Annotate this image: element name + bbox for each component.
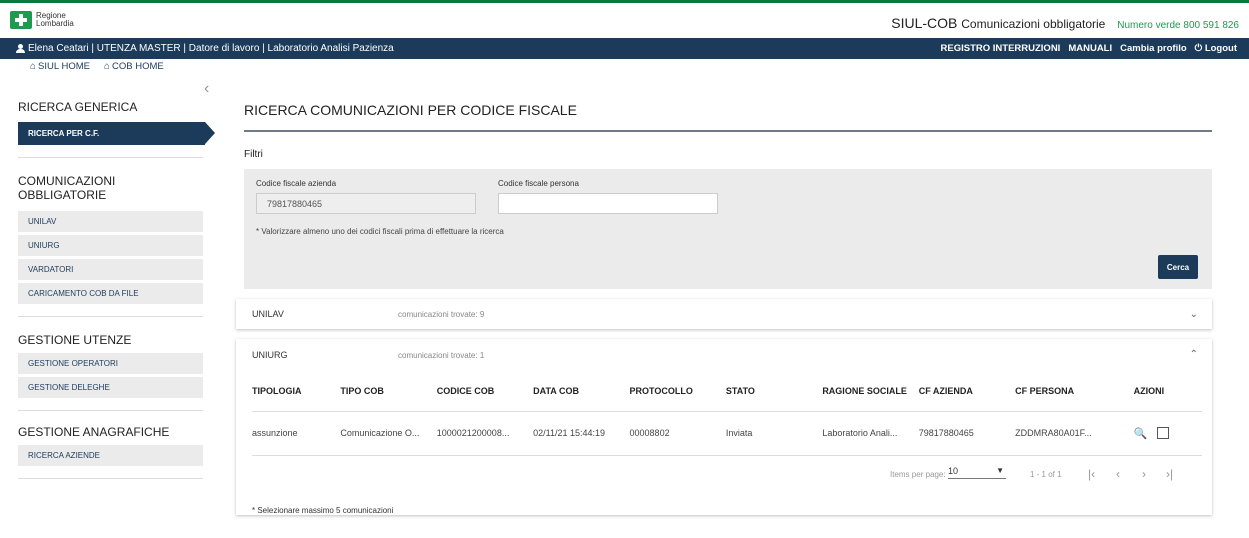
last-page-icon[interactable]: ›| [1166,467,1173,481]
accordion-unilav[interactable]: UNILAV comunicazioni trovate: 9 ⌄ [236,299,1212,329]
filter-note: * Valorizzare almeno uno dei codici fisc… [256,227,504,236]
uniurg-table: TIPOLOGIA TIPO COB CODICE COB DATA COB P… [252,371,1202,456]
cf-azienda-label: Codice fiscale azienda [256,179,337,188]
chevron-down-icon[interactable]: ⌄ [1190,309,1198,320]
section-ricerca-generica: RICERCA GENERICA [18,100,138,114]
col-stato[interactable]: STATO [725,371,823,412]
table-row: assunzione Comunicazione O... 1000021200… [252,411,1202,456]
sidebar-divider [18,478,203,479]
col-tipologia[interactable]: TIPOLOGIA [252,371,341,412]
cell-tipo-cob: Comunicazione O... [340,411,437,456]
cell-ragione-sociale: Laboratorio Anali... [822,411,919,456]
user-icon [16,44,25,53]
table-header-row: TIPOLOGIA TIPO COB CODICE COB DATA COB P… [252,371,1202,412]
cf-persona-label: Codice fiscale persona [498,179,579,188]
col-cf-azienda[interactable]: CF AZIENDA [918,371,1016,412]
user-bar: Elena Ceatari | UTENZA MASTER | Datore d… [0,38,1249,59]
cell-stato: Inviata [725,411,823,456]
sidebar-divider [18,410,203,411]
main-content: RICERCA COMUNICAZIONI PER CODICE FISCALE… [232,92,1232,515]
top-header: Regione Lombardia SIUL-COB Comunicazioni… [0,0,1249,38]
col-tipo-cob[interactable]: TIPO COB [340,371,437,412]
siul-home-link[interactable]: ⌂ SIUL HOME [30,61,90,72]
logout-link[interactable]: ⏻ Logout [1195,43,1237,54]
app-title-main: SIUL-COB [891,15,958,31]
cambia-profilo-link[interactable]: Cambia profilo [1120,43,1187,54]
user-info: Elena Ceatari | UTENZA MASTER | Datore d… [28,43,394,54]
cell-cf-azienda: 79817880465 [918,411,1016,456]
sidebar-item-vardatori[interactable]: VARDATORI [18,259,203,280]
section-comunicazioni-obbligatorie: COMUNICAZIONI OBBLIGATORIE [18,174,116,202]
chevron-up-icon[interactable]: ⌃ [1190,349,1198,360]
sidebar-item-uniurg[interactable]: UNIURG [18,235,203,256]
col-ragione-sociale[interactable]: RAGIONE SOCIALE [822,371,919,412]
sidebar-item-gestione-deleghe[interactable]: GESTIONE DELEGHE [18,377,203,398]
dropdown-arrow-icon: ▼ [996,465,1004,475]
search-icon[interactable]: 🔍 [1134,427,1148,440]
select-note: * Selezionare massimo 5 comunicazioni [252,505,394,515]
phone-number: Numero verde 800 591 826 [1117,20,1239,31]
sidebar-item-gestione-operatori[interactable]: GESTIONE OPERATORI [18,353,203,374]
accordion-uniurg: UNIURG comunicazioni trovate: 1 ⌃ TIPOLO… [236,339,1212,515]
app-title: SIUL-COB Comunicazioni obbligatorie Nume… [891,15,1239,31]
next-page-icon[interactable]: › [1142,467,1146,481]
filtri-label: Filtri [244,149,263,160]
paginator: Items per page: 10 ▼ 1 - 1 of 1 |‹ ‹ › ›| [236,456,1212,492]
accordion-label-unilav: UNILAV [252,309,284,319]
cell-tipologia: assunzione [252,411,341,456]
sidebar-item-unilav[interactable]: UNILAV [18,211,203,232]
accordion-label-uniurg: UNIURG [252,350,288,360]
items-per-page-select[interactable]: 10 ▼ [948,466,1006,479]
title-divider [244,130,1212,132]
cob-home-label: COB HOME [112,61,164,72]
cell-protocollo: 00008802 [629,411,726,456]
page-title: RICERCA COMUNICAZIONI PER CODICE FISCALE [244,102,577,118]
items-per-page-value: 10 [948,465,959,476]
manuali-link[interactable]: MANUALI [1068,43,1112,54]
home-icon: ⌂ [103,61,111,72]
regione-lombardia-logo[interactable]: Regione Lombardia [10,11,74,29]
logo-mark-icon [10,11,32,29]
cf-azienda-field[interactable]: 79817880465 [256,193,476,214]
cell-azioni: 🔍 [1133,411,1202,456]
sidebar: RICERCA GENERICA RICERCA PER C.F. COMUNI… [18,92,215,479]
logout-label: Logout [1204,43,1237,54]
col-protocollo[interactable]: PROTOCOLLO [629,371,726,412]
sidebar-item-caricamento[interactable]: CARICAMENTO COB DA FILE [18,283,203,304]
sidebar-divider [18,316,203,317]
home-links: ⌂ SIUL HOME ⌂ COB HOME [30,61,164,72]
home-icon: ⌂ [30,61,37,72]
sidebar-divider [18,157,203,158]
items-per-page-label: Items per page: [890,469,946,479]
col-codice-cob[interactable]: CODICE COB [436,371,534,412]
cerca-button[interactable]: Cerca [1158,255,1198,279]
sidebar-item-ricerca-aziende[interactable]: RICERCA AZIENDE [18,445,203,466]
uniurg-count: comunicazioni trovate: 1 [398,350,485,360]
chevron-left-icon[interactable]: ‹ [204,80,209,98]
sidebar-item-ricerca-cf[interactable]: RICERCA PER C.F. [18,122,215,145]
power-icon: ⏻ [1194,43,1203,54]
col-azioni: AZIONI [1133,371,1202,412]
range-label: 1 - 1 of 1 [1030,469,1062,479]
prev-page-icon[interactable]: ‹ [1116,467,1120,481]
col-data-cob[interactable]: DATA COB [533,371,630,412]
section-gestione-anagrafiche: GESTIONE ANAGRAFICHE [18,425,170,439]
first-page-icon[interactable]: |‹ [1088,467,1095,481]
registro-interruzioni-link[interactable]: REGISTRO INTERRUZIONI [941,43,1061,54]
cell-codice-cob: 1000021200008... [436,411,534,456]
cf-persona-field[interactable] [498,193,718,214]
section-gestione-utenze: GESTIONE UTENZE [18,333,132,347]
filter-panel: Codice fiscale azienda 79817880465 Codic… [244,169,1212,289]
col-cf-persona[interactable]: CF PERSONA [1015,371,1134,412]
app-subtitle: Comunicazioni obbligatorie [961,17,1106,31]
cell-cf-persona: ZDDMRA80A01F... [1015,411,1134,456]
cell-data-cob: 02/11/21 15:44:19 [533,411,630,456]
row-checkbox[interactable] [1157,427,1170,439]
logo-line2: Lombardia [36,19,74,28]
siul-home-label: SIUL HOME [38,61,90,72]
top-menu: REGISTRO INTERRUZIONI MANUALI Cambia pro… [941,38,1237,59]
cob-home-link[interactable]: ⌂ COB HOME [104,61,164,72]
unilav-count: comunicazioni trovate: 9 [398,309,485,319]
